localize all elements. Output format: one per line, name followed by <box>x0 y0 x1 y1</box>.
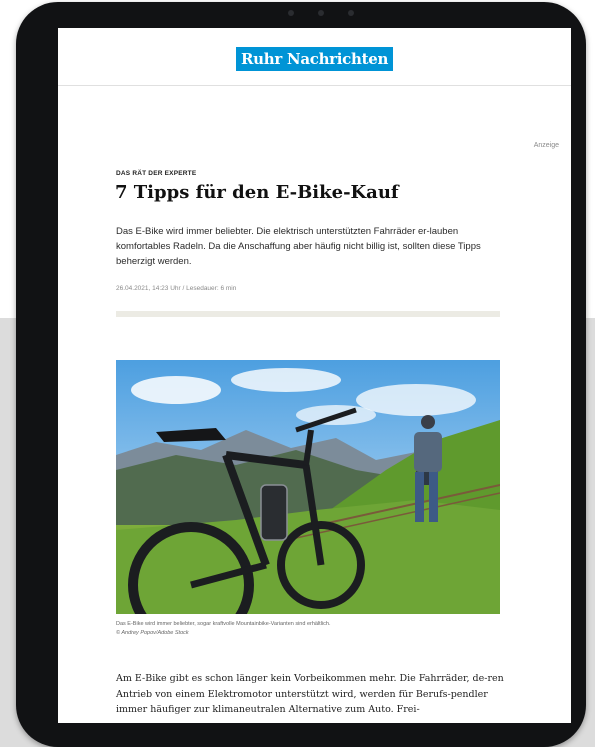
article-teaser: Das E-Bike wird immer beliebter. Die ele… <box>116 226 481 267</box>
article-meta: 26.04.2021, 14:23 Uhr / Lesedauer: 6 min <box>116 285 237 292</box>
image-credit: © Andrey Popov/Adobe Stock <box>116 630 189 636</box>
masthead: Ruhr Nachrichten <box>58 28 571 86</box>
camera-icon <box>278 8 368 18</box>
article-body-intro: Am E-Bike gibt es schon länger kein Vorb… <box>116 673 504 715</box>
tablet-screen[interactable]: Ruhr Nachrichten Anzeige DAS RÄT DER EXP… <box>58 28 571 723</box>
image-caption: Das E-Bike wird immer beliebter, sogar k… <box>116 620 500 638</box>
site-logo[interactable]: Ruhr Nachrichten <box>236 47 394 71</box>
article-headline: 7 Tipps für den E-Bike-Kauf <box>115 182 399 203</box>
divider-bar <box>116 311 500 317</box>
article-image[interactable] <box>116 360 500 614</box>
tablet-frame: Ruhr Nachrichten Anzeige DAS RÄT DER EXP… <box>16 2 586 747</box>
ad-label: Anzeige <box>533 142 559 149</box>
image-caption-text: Das E-Bike wird immer beliebter, sogar k… <box>116 621 331 627</box>
article-kicker: DAS RÄT DER EXPERTE <box>116 170 197 177</box>
